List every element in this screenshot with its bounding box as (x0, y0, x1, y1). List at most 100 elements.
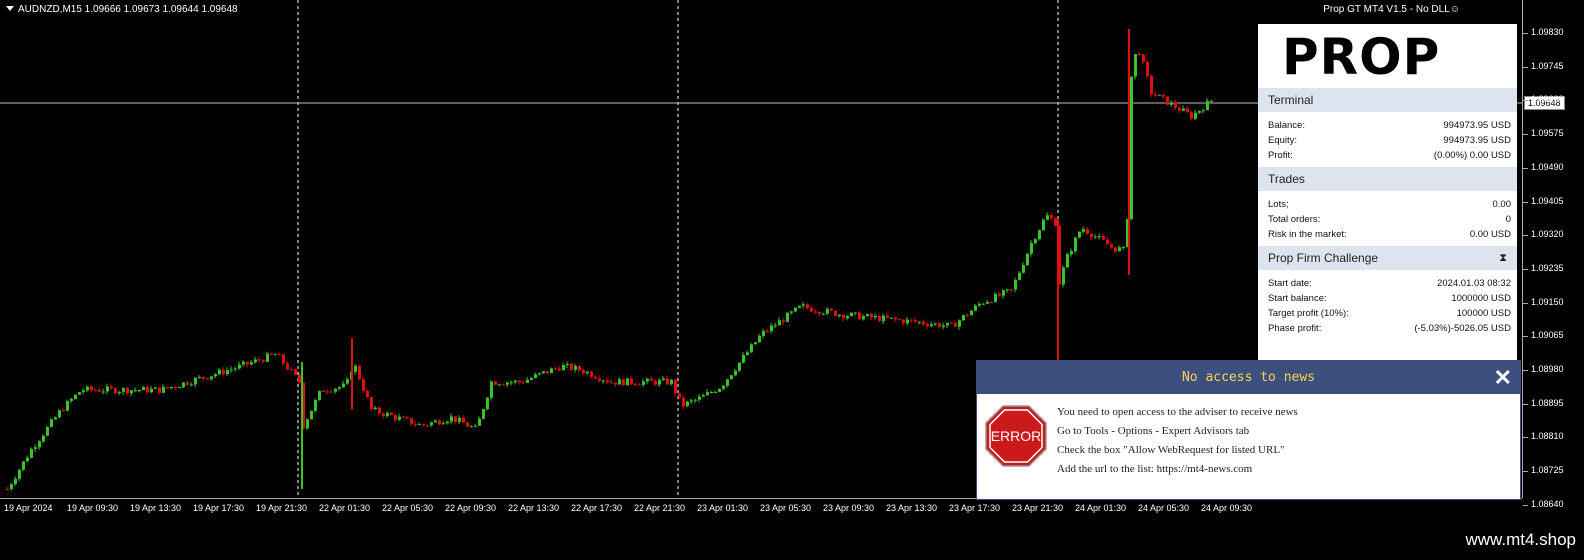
price-tick-label: 1.08810 (1531, 431, 1564, 442)
dropdown-triangle-icon[interactable] (6, 6, 14, 11)
candle-body (634, 383, 637, 385)
candle-body (778, 320, 781, 326)
candle-body (658, 380, 661, 385)
candle-body (1006, 289, 1009, 291)
candle-body (1026, 253, 1029, 266)
price-tick (1523, 302, 1528, 304)
price-tick-label: 1.08640 (1531, 498, 1564, 509)
candle-body (870, 314, 873, 318)
candle-body (530, 377, 533, 380)
price-tick-label: 1.09065 (1531, 330, 1564, 341)
candle-body (198, 376, 201, 379)
price-tick (1523, 504, 1528, 506)
candle-body (1170, 102, 1173, 105)
price-tick-label: 1.09830 (1531, 27, 1564, 37)
candle-body (458, 417, 461, 422)
candle-body (26, 457, 29, 462)
candle-body (762, 330, 765, 336)
time-tick-label: 19 Apr 13:30 (130, 503, 182, 513)
symbol-info-text: AUDNZD,M15 1.09666 1.09673 1.09644 1.096… (18, 4, 238, 15)
candle-body (1062, 267, 1065, 285)
candle-body (734, 370, 737, 376)
price-tick (1523, 370, 1528, 371)
row-label: Lots; (1268, 199, 1289, 210)
price-tick-label: 1.09660 (1531, 94, 1564, 105)
time-tick-label: 22 Apr 05:30 (382, 503, 434, 513)
footer: www.mt4.shop (0, 519, 1584, 560)
candle-body (682, 397, 685, 407)
candle-body (642, 381, 645, 385)
candle-body (738, 362, 741, 371)
candle-body (538, 373, 541, 375)
row-value: 994973.95 USD (1443, 120, 1511, 131)
candle-body (82, 390, 85, 393)
candle-body (322, 390, 325, 392)
candle-body (962, 315, 965, 321)
candle-body (1178, 107, 1181, 111)
close-icon[interactable]: ✕ (1494, 365, 1512, 391)
price-tick-label: 1.09320 (1531, 229, 1564, 240)
price-tick (1523, 33, 1528, 34)
candle-body (154, 387, 157, 389)
candle-body (494, 381, 497, 385)
candle-body (990, 301, 993, 303)
row-value: 2024.01.03 08:32 (1437, 278, 1511, 289)
time-tick-label: 23 Apr 13:30 (886, 503, 938, 513)
candle-body (670, 379, 673, 385)
candle-body (754, 342, 757, 345)
candle-body (426, 425, 429, 427)
candle-body (214, 374, 217, 377)
equity-row: Equity: 994973.95 USD (1268, 133, 1511, 148)
candle-body (886, 315, 889, 318)
candle-body (982, 303, 985, 305)
time-tick-label: 22 Apr 21:30 (634, 503, 686, 513)
candle-body (134, 390, 137, 392)
time-tick-label: 22 Apr 09:30 (445, 503, 497, 513)
candle-body (878, 315, 881, 322)
candle-body (126, 388, 129, 394)
candle-body (290, 369, 293, 371)
candle-body (766, 330, 769, 332)
candle-body (746, 352, 749, 356)
candle-body (758, 335, 761, 343)
candle-body (686, 401, 689, 407)
candle-body (378, 407, 381, 414)
candle-body (834, 310, 837, 316)
candle-body (1086, 229, 1089, 234)
candle-body (514, 380, 517, 383)
candle-body (650, 378, 653, 381)
candle-body (366, 390, 369, 398)
candle-body (1130, 76, 1133, 220)
candle-body (1106, 239, 1109, 245)
candle-body (342, 383, 345, 388)
time-tick-label: 19 Apr 2024 (4, 503, 53, 513)
candle-body (618, 379, 621, 385)
candle-body (646, 378, 649, 382)
candle-body (222, 369, 225, 375)
candle-body (718, 388, 721, 392)
candle-body (58, 410, 61, 418)
candle-body (818, 311, 821, 314)
row-value: 0.00 USD (1469, 229, 1511, 240)
candle-body (722, 385, 725, 389)
candle-body (1174, 102, 1177, 108)
candle-body (142, 386, 145, 391)
candle-body (1066, 254, 1069, 268)
candle-body (326, 391, 329, 393)
candle-body (714, 391, 717, 393)
dialog-message: You need to open access to the adviser t… (1057, 403, 1298, 479)
candle-body (510, 382, 513, 384)
candle-body (566, 363, 569, 365)
candle-body (166, 386, 169, 389)
candle-body (706, 392, 709, 396)
row-label: Start balance: (1268, 293, 1327, 304)
candle-body (1046, 215, 1049, 220)
candle-body (414, 424, 417, 426)
candle-body (106, 386, 109, 392)
candle-body (1050, 215, 1053, 219)
row-label: Target profit (10%): (1268, 308, 1349, 319)
candle-body (950, 322, 953, 324)
candle-body (526, 379, 529, 383)
candle-body (970, 310, 973, 316)
time-tick-label: 23 Apr 01:30 (697, 503, 749, 513)
